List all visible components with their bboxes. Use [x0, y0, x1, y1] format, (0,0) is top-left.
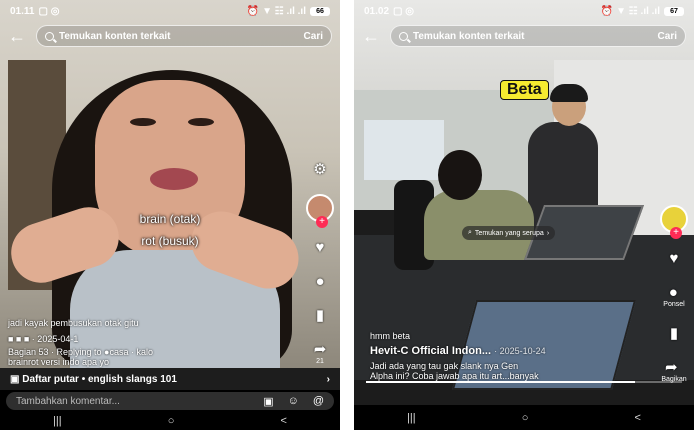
search-header: ← Temukan konten terkait Cari [354, 24, 694, 48]
at-icon[interactable]: @ [313, 395, 324, 408]
share-group[interactable]: ➦ 21 [310, 340, 330, 365]
back-button[interactable]: < [281, 415, 287, 427]
action-column: ♥ ● Ponsel ▮ ➦ Bagikan [660, 205, 688, 383]
back-arrow-icon[interactable]: ← [8, 27, 28, 45]
playlist-text: Daftar putar • english slangs 101 [22, 373, 177, 385]
notification-icons: ▢ ◎ [393, 5, 414, 17]
action-column: ⚙ ♥ ● ▮ ➦ 21 [306, 160, 334, 365]
search-icon: ⌕ [468, 229, 472, 236]
share-icon: ➦ [313, 341, 327, 358]
search-icon [399, 31, 408, 41]
chevron-right-icon: › [546, 229, 550, 237]
share-count: 21 [316, 358, 324, 365]
video-person-eye [130, 118, 156, 126]
video-progress-bar[interactable] [366, 381, 682, 383]
comment-icon: ● [668, 283, 678, 301]
search-header: ← Temukan konten terkait Cari [0, 24, 340, 48]
bookmark-icon[interactable]: ▮ [664, 324, 684, 342]
clock: 01.02 [364, 5, 390, 17]
comment-icon[interactable]: ● [310, 272, 330, 290]
search-placeholder: Temukan konten terkait [413, 30, 525, 42]
search-input[interactable]: Temukan konten terkait Cari [390, 25, 686, 47]
video-person-sitting [414, 150, 534, 270]
video-overlay-label: Beta [500, 80, 549, 100]
search-input[interactable]: Temukan konten terkait Cari [36, 25, 332, 47]
emoji-icon[interactable]: ☺ [288, 395, 299, 408]
heart-icon[interactable]: ♥ [310, 238, 330, 256]
search-icon [45, 31, 54, 41]
recents-button[interactable]: ||| [407, 412, 416, 424]
status-bar: 01.02 ▢ ◎ ⏰ ▼ ☷ .ıl .ıl 67 [354, 0, 694, 22]
system-nav-bar: ||| ○ < [0, 412, 340, 430]
heart-icon[interactable]: ♥ [664, 249, 684, 267]
share-group[interactable]: ➦ Bagikan [661, 358, 686, 383]
search-button[interactable]: Cari [304, 31, 323, 42]
author-name[interactable]: Hevit-C Official Indon... [370, 345, 491, 357]
home-button[interactable]: ○ [522, 412, 529, 424]
recents-button[interactable]: ||| [53, 415, 62, 427]
system-nav-bar: ||| ○ < [354, 405, 694, 430]
right-phone-screen: 01.02 ▢ ◎ ⏰ ▼ ☷ .ıl .ıl 67 ← Temukan konte… [354, 0, 694, 430]
reply-line: Bagian 53 · Replying to ●casa · kalo [8, 347, 154, 357]
playlist-label: ▣ Daftar putar • english slangs 101 [10, 374, 177, 385]
video-description: jadi kayak pembusukan otak gitu [8, 318, 139, 328]
comment-bar: Tambahkan komentar... ▣ ☺ @ [0, 390, 340, 412]
sub-label: hmm beta [370, 331, 411, 341]
comment-label: Ponsel [663, 301, 685, 308]
system-icons: ⏰ ▼ ☷ .ıl .ıl [600, 5, 660, 17]
back-arrow-icon[interactable]: ← [362, 27, 382, 45]
back-button[interactable]: < [635, 412, 641, 424]
video-person-mouth [150, 168, 198, 190]
comment-placeholder: Tambahkan komentar... [16, 395, 120, 407]
bookmark-icon[interactable]: ▮ [310, 306, 330, 324]
status-bar: 01.11 ▢ ◎ ⏰ ▼ ☷ .ıl .ıl 66 [0, 0, 340, 22]
share-label: Bagikan [661, 376, 687, 383]
clock: 01.11 [10, 5, 35, 17]
picture-icon[interactable]: ▣ [263, 395, 273, 408]
gear-icon[interactable]: ⚙ [310, 160, 330, 178]
video-description: Jadi ada yang tau gak slank nya Gen [370, 361, 519, 371]
comment-group[interactable]: ● Ponsel [663, 283, 685, 309]
video-person-eye [188, 118, 214, 126]
post-date: · 2025-10-24 [494, 346, 546, 356]
search-placeholder: Temukan konten terkait [59, 30, 171, 42]
video-caption: rot (busuk) [141, 234, 199, 248]
playlist-bar[interactable]: ▣ Daftar putar • english slangs 101 › [0, 368, 340, 390]
video-description: Alpha ini? Coba jawab apa itu art...bany… [370, 371, 539, 381]
video-progress-fill [366, 381, 635, 383]
battery-icon: 66 [310, 6, 330, 16]
creator-avatar[interactable] [660, 205, 688, 239]
search-button[interactable]: Cari [658, 31, 677, 42]
left-phone-screen: 01.11 ▢ ◎ ⏰ ▼ ☷ .ıl .ıl 66 ← Temukan konte… [0, 0, 340, 430]
find-similar-label: Temukan yang serupa [474, 229, 544, 237]
creator-avatar[interactable] [306, 194, 334, 228]
chevron-right-icon: › [326, 373, 330, 385]
home-button[interactable]: ○ [168, 415, 175, 427]
video-caption: brain (otak) [139, 212, 201, 226]
notification-icons: ▢ ◎ [38, 5, 60, 17]
share-icon: ➦ [665, 359, 678, 376]
author-line: Hevit-C Official Indon... · 2025-10-24 [370, 345, 546, 357]
reply-line: brainrot versi indo apa yo [8, 357, 110, 367]
comment-input[interactable]: Tambahkan komentar... ▣ ☺ @ [6, 392, 334, 410]
playlist-icon: ▣ [10, 373, 23, 385]
video-meta: ■ ■ ■ · 2025-04-1 [8, 334, 79, 344]
system-icons: ⏰ ▼ ☷ .ıl .ıl [246, 5, 306, 17]
find-similar-button[interactable]: ⌕ Temukan yang serupa › [462, 226, 556, 240]
battery-icon: 67 [664, 6, 684, 16]
